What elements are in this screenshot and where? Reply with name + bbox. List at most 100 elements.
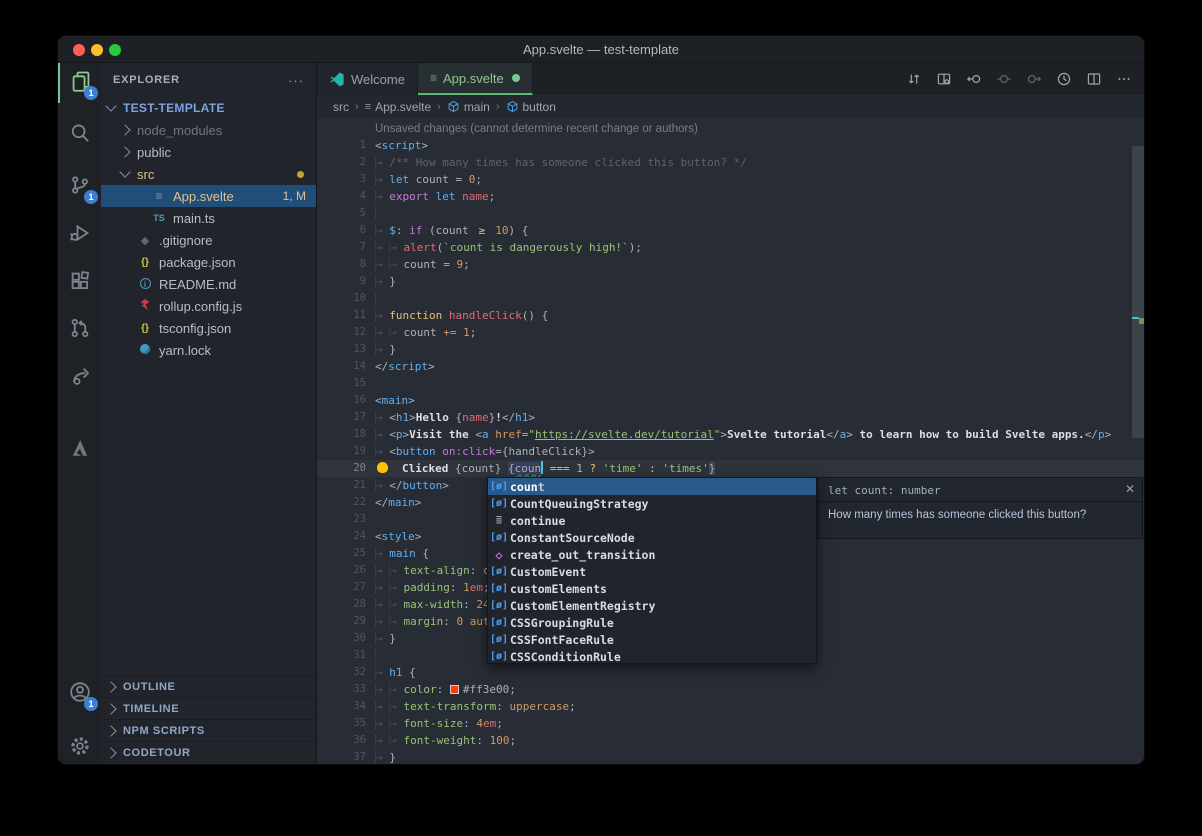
activity-item-run-debug[interactable] <box>58 215 101 255</box>
suggest-label: CSSConditionRule <box>510 650 621 664</box>
code-token: font-weight <box>404 734 477 747</box>
tab-welcome[interactable]: Welcome <box>317 63 418 95</box>
tree-root-test-template[interactable]: TEST-TEMPLATE <box>101 97 316 119</box>
title-bar[interactable]: App.svelte — test-template <box>58 36 1144 63</box>
suggest-item-constantsourcenode[interactable]: [ø]ConstantSourceNode <box>488 529 816 546</box>
symbol-variable-icon: [ø] <box>488 481 510 492</box>
tree-item-rollup.config.js[interactable]: rollup.config.js <box>101 295 316 317</box>
tab-app-svelte[interactable]: ≡App.svelte <box>418 63 533 95</box>
editor-scrollbar[interactable] <box>1132 118 1144 764</box>
tree-item-public[interactable]: public <box>101 141 316 163</box>
breadcrumb-item-main[interactable]: main <box>447 100 490 114</box>
code-line-8[interactable]: 8→ → count = 9; <box>317 256 1144 273</box>
code-line-20[interactable]: 20Clicked {count} {coun === 1 ? 'time' :… <box>317 460 1144 477</box>
open-changes-icon[interactable] <box>902 67 926 91</box>
code-token: https://svelte.dev/tutorial <box>535 428 714 441</box>
code-line-13[interactable]: 13→ } <box>317 341 1144 358</box>
activity-item-live-share[interactable] <box>58 357 101 397</box>
tree-item-yarn.lock[interactable]: yarn.lock <box>101 339 316 361</box>
code-line-15[interactable]: 15 <box>317 375 1144 392</box>
tree-item-readme.md[interactable]: iREADME.md <box>101 273 316 295</box>
code-line-2[interactable]: 2→ /** How many times has someone clicke… <box>317 154 1144 171</box>
activity-item-search[interactable] <box>58 115 101 155</box>
suggest-item-continue[interactable]: ≣continue <box>488 512 816 529</box>
line-number: 29 <box>317 613 366 630</box>
symbol-variable-icon: [ø] <box>488 498 510 509</box>
code-line-37[interactable]: 37→ } <box>317 749 1144 764</box>
code-line-17[interactable]: 17→ <h1>Hello {name}!</h1> <box>317 409 1144 426</box>
more-actions-icon[interactable] <box>1112 67 1136 91</box>
suggest-item-cssconditionrule[interactable]: [ø]CSSConditionRule <box>488 648 816 664</box>
code-line-16[interactable]: 16<main> <box>317 392 1144 409</box>
code-line-7[interactable]: 7→ → alert(`count is dangerously high!`)… <box>317 239 1144 256</box>
record-tour-icon[interactable] <box>1052 67 1076 91</box>
tree-item-.gitignore[interactable]: ◆.gitignore <box>101 229 316 251</box>
tree-item-node_modules[interactable]: node_modules <box>101 119 316 141</box>
section-timeline[interactable]: TIMELINE <box>101 697 316 719</box>
tree-item-app.svelte[interactable]: ≡App.svelte1, M <box>101 185 316 207</box>
activity-item-extensions[interactable] <box>58 263 101 303</box>
tree-item-tsconfig.json[interactable]: {}tsconfig.json <box>101 317 316 339</box>
code-line-10[interactable]: 10 <box>317 290 1144 307</box>
suggest-item-customelements[interactable]: [ø]customElements <box>488 580 816 597</box>
code-token: count = <box>404 258 457 271</box>
code-line-3[interactable]: 3→ let count = 0; <box>317 171 1144 188</box>
activity-item-source-control[interactable]: 1 <box>58 167 101 207</box>
split-editor-icon[interactable] <box>1082 67 1106 91</box>
section-outline[interactable]: OUTLINE <box>101 675 316 697</box>
lightbulb-icon[interactable] <box>377 462 388 473</box>
code-line-4[interactable]: 4→ export let name; <box>317 188 1144 205</box>
suggest-item-customelementregistry[interactable]: [ø]CustomElementRegistry <box>488 597 816 614</box>
suggest-label: CustomEvent <box>510 565 586 579</box>
code-token: → <box>389 717 403 730</box>
activity-item-accounts[interactable]: 1 <box>58 674 101 714</box>
activity-item-pull-requests[interactable] <box>58 310 101 350</box>
open-preview-icon[interactable] <box>932 67 956 91</box>
explorer-more-actions-icon[interactable]: ··· <box>288 73 304 88</box>
suggest-item-cssgroupingrule[interactable]: [ø]CSSGroupingRule <box>488 614 816 631</box>
code-line-14[interactable]: 14</script> <box>317 358 1144 375</box>
code-line-36[interactable]: 36→ → font-weight: 100; <box>317 732 1144 749</box>
activity-item-explorer[interactable]: 1 <box>58 63 101 103</box>
code-token: → <box>375 632 389 645</box>
code-line-34[interactable]: 34→ → text-transform: uppercase; <box>317 698 1144 715</box>
tree-item-src[interactable]: src <box>101 163 316 185</box>
color-swatch[interactable] <box>450 685 459 694</box>
activity-item-settings[interactable] <box>58 728 101 765</box>
code-line-11[interactable]: 11→ function handleClick() { <box>317 307 1144 324</box>
breadcrumb-separator: › <box>437 101 441 113</box>
code-line-32[interactable]: 32→ h1 { <box>317 664 1144 681</box>
line-number: 35 <box>317 715 366 732</box>
code-line-5[interactable]: 5 <box>317 205 1144 222</box>
file-label: .gitignore <box>159 233 212 248</box>
no-icon <box>121 258 129 266</box>
tree-item-package.json[interactable]: {}package.json <box>101 251 316 273</box>
breadcrumb-item-src[interactable]: src <box>333 100 349 114</box>
section-codetour[interactable]: CODETOUR <box>101 741 316 763</box>
breadcrumb-item-app-svelte[interactable]: ≡App.svelte <box>365 100 431 114</box>
navigate-back-icon[interactable] <box>962 67 986 91</box>
code-line-6[interactable]: 6→ $: if (count ≥ 10) { <box>317 222 1144 239</box>
suggest-item-customevent[interactable]: [ø]CustomEvent <box>488 563 816 580</box>
code-token <box>442 309 449 322</box>
tree-item-main.ts[interactable]: TSmain.ts <box>101 207 316 229</box>
code-line-19[interactable]: 19→ <button on:click={handleClick}> <box>317 443 1144 460</box>
suggest-item-count[interactable]: [ø]count <box>488 478 816 495</box>
code-line-18[interactable]: 18→ <p>Visit the <a href="https://svelte… <box>317 426 1144 443</box>
activity-item-azure[interactable] <box>58 430 101 470</box>
close-icon[interactable]: ✕ <box>1125 482 1135 496</box>
code-editor[interactable]: Unsaved changes (cannot determine recent… <box>317 118 1144 764</box>
breadcrumb-item-button[interactable]: button <box>506 100 556 114</box>
section-label: TIMELINE <box>123 703 179 715</box>
code-line-1[interactable]: 1<script> <box>317 137 1144 154</box>
modified-dot-icon[interactable] <box>512 74 520 82</box>
code-line-12[interactable]: 12→ → count += 1; <box>317 324 1144 341</box>
code-line-33[interactable]: 33→ → color: #ff3e00; <box>317 681 1144 698</box>
code-line-35[interactable]: 35→ → font-size: 4em; <box>317 715 1144 732</box>
section-npm-scripts[interactable]: NPM SCRIPTS <box>101 719 316 741</box>
scrollbar-thumb[interactable] <box>1132 146 1144 438</box>
code-line-9[interactable]: 9→ } <box>317 273 1144 290</box>
suggest-item-create_out_transition[interactable]: ◇create_out_transition <box>488 546 816 563</box>
suggest-item-countqueuingstrategy[interactable]: [ø]CountQueuingStrategy <box>488 495 816 512</box>
suggest-item-cssfontfacerule[interactable]: [ø]CSSFontFaceRule <box>488 631 816 648</box>
